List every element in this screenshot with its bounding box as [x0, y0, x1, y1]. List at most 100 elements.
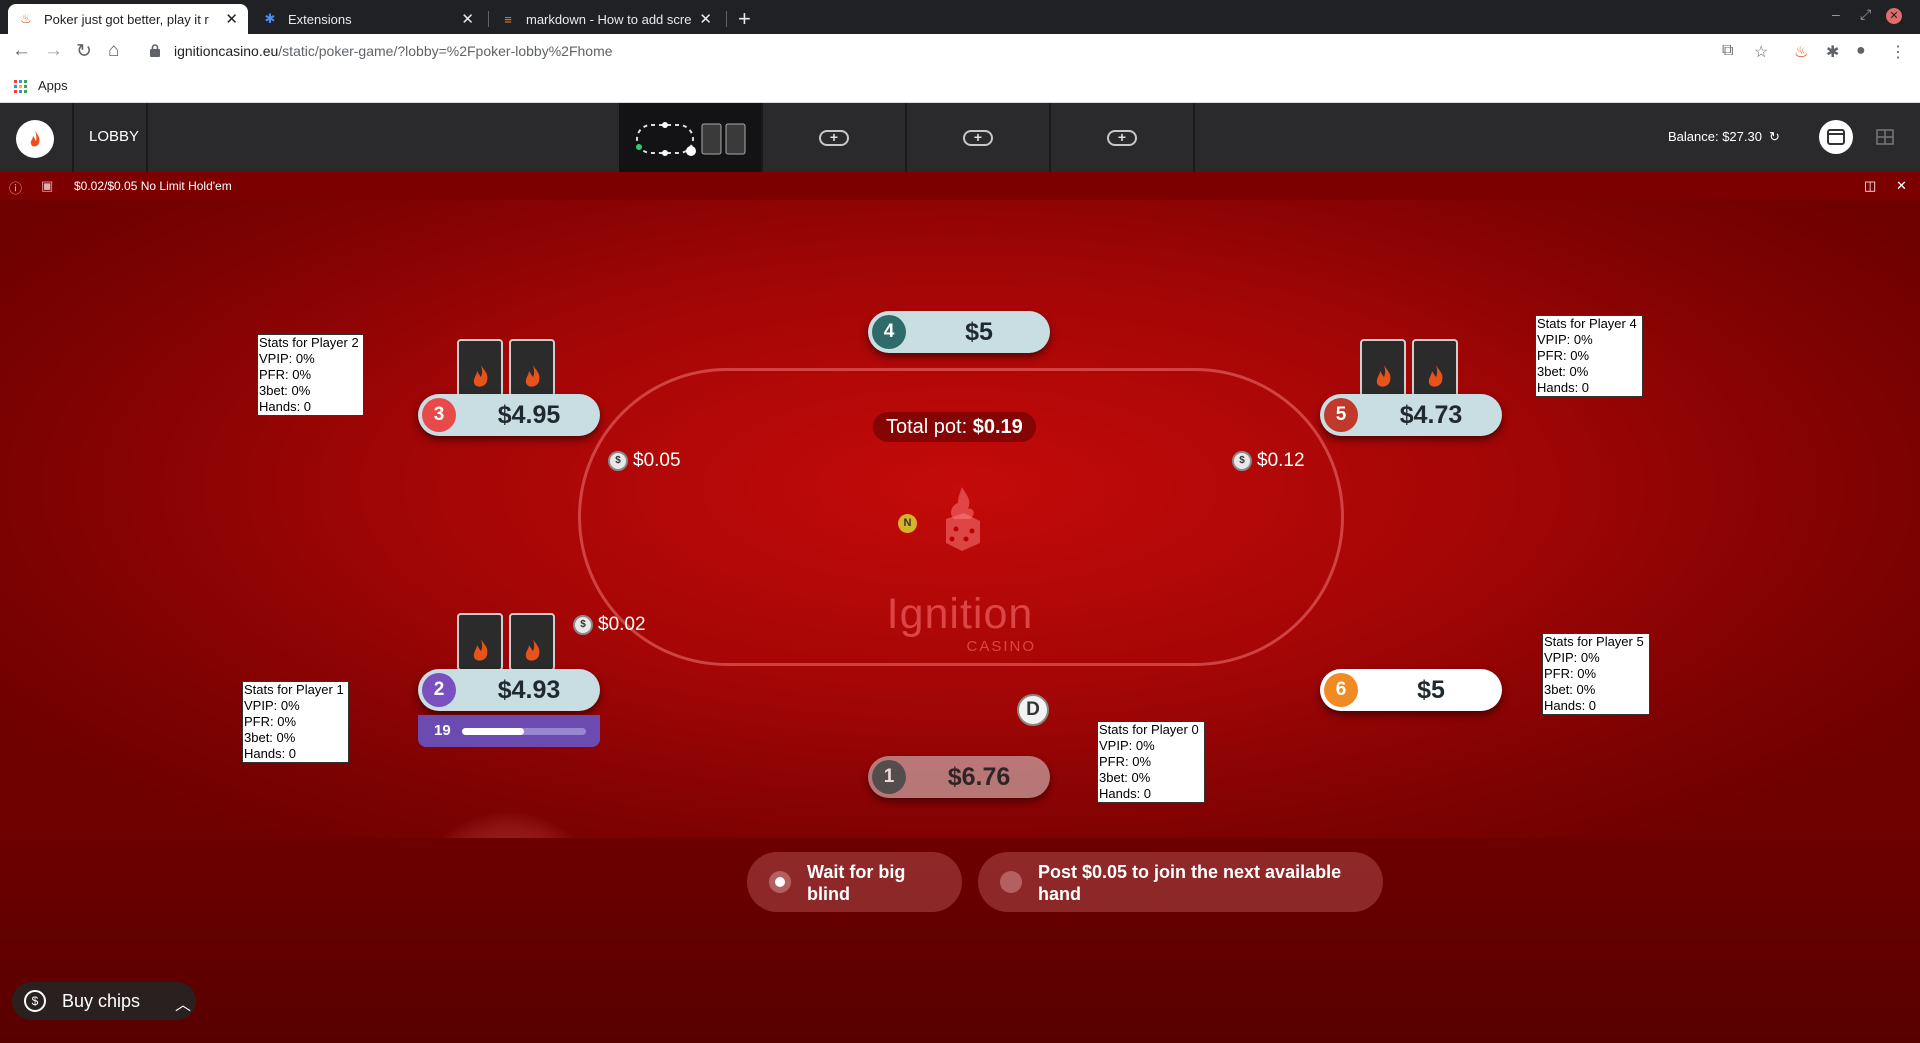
hole-card-back — [509, 339, 555, 397]
option-label-line1: Wait for big — [807, 862, 906, 882]
restore-icon[interactable]: ⤢ — [1860, 6, 1871, 23]
tab-title: Poker just got better, play it r — [44, 11, 209, 27]
lock-icon[interactable] — [150, 44, 160, 57]
divider — [146, 103, 148, 172]
bet-amount: $0.12 — [1257, 450, 1305, 471]
stats-line: Hands: 0 — [244, 746, 297, 761]
stats-line: PFR: 0% — [1099, 754, 1152, 769]
stats-line: Hands: 0 — [259, 399, 312, 414]
seat-4[interactable]: 4 $5 — [868, 311, 1050, 353]
stats-line: Hands: 0 — [1099, 786, 1152, 801]
single-table-view-button[interactable] — [1819, 120, 1853, 154]
ignition-favicon-icon: ♨ — [20, 11, 32, 26]
cashier-icon[interactable]: ▣ — [41, 178, 53, 194]
forward-icon[interactable]: → — [44, 40, 63, 62]
bet-seat-5: $ $0.12 — [1232, 450, 1305, 472]
post-blind-option[interactable]: Post $0.05 to join the next available ha… — [978, 852, 1383, 912]
bet-seat-3: $ $0.05 — [608, 450, 681, 472]
url-field[interactable]: ignitioncasino.eu/static/poker-game/?lob… — [174, 43, 613, 59]
address-bar: ← → ↻ ⌂ ignitioncasino.eu/static/poker-g… — [0, 34, 1920, 70]
game-title: $0.02/$0.05 No Limit Hold'em — [74, 179, 232, 193]
minimize-icon[interactable]: – — [1832, 6, 1840, 22]
timer-track — [462, 728, 586, 735]
buy-chips-label: Buy chips — [62, 991, 141, 1011]
stats-line: 3bet: 0% — [259, 383, 311, 398]
apps-bookmark[interactable]: Apps — [38, 78, 68, 93]
add-table-tab-3[interactable]: + — [1051, 103, 1193, 172]
browser-tab-poker[interactable]: ♨ Poker just got better, play it r ✕ — [8, 4, 248, 34]
stats-line: VPIP: 0% — [1544, 650, 1600, 665]
seat-stack: $5 — [965, 318, 993, 346]
seat-number: 6 — [1324, 673, 1358, 707]
radio-selected[interactable] — [769, 871, 791, 893]
stats-line: 3bet: 0% — [1537, 364, 1589, 379]
seat-stack: $4.95 — [497, 401, 561, 429]
stats-line: VPIP: 0% — [1537, 332, 1593, 347]
stats-box-player-2: Stats for Player 2 VPIP: 0% PFR: 0% 3bet… — [257, 334, 364, 416]
stats-line: Stats for Player 2 — [259, 335, 359, 350]
divider — [72, 103, 74, 172]
stats-box-player-1: Stats for Player 1 VPIP: 0% PFR: 0% 3bet… — [242, 681, 349, 763]
grid-icon — [1876, 129, 1894, 145]
profile-avatar-icon[interactable]: ● — [1856, 42, 1866, 60]
stats-line: Stats for Player 5 — [1544, 634, 1644, 649]
seat-stack: $4.73 — [1399, 401, 1463, 429]
close-table-icon[interactable]: ✕ — [1896, 178, 1907, 194]
info-icon[interactable]: ⓘ — [9, 178, 22, 197]
lobby-button[interactable]: LOBBY — [89, 128, 139, 145]
option-label: Wait for big blind — [807, 861, 905, 905]
tab-close-icon[interactable]: ✕ — [461, 10, 474, 28]
tab-close-icon[interactable]: ✕ — [225, 10, 238, 28]
poker-table: Ignition CASINO Total pot: $0.19 4 $5 N … — [0, 200, 1920, 1008]
chip-icon: $ — [608, 451, 628, 471]
ignition-logo-icon[interactable] — [16, 120, 54, 158]
seat-6[interactable]: 6 $5 — [1320, 669, 1502, 711]
chrome-menu-icon[interactable]: ⋮ — [1890, 42, 1906, 62]
add-table-tab-1[interactable]: + — [763, 103, 905, 172]
stats-line: Stats for Player 4 — [1537, 316, 1637, 331]
buy-chips-button[interactable]: $ Buy chips ︿ — [12, 982, 196, 1020]
radio-unselected[interactable] — [1000, 871, 1022, 893]
new-player-badge: N — [898, 514, 917, 533]
divider — [1193, 103, 1195, 172]
balance-label: Balance: $27.30 — [1668, 129, 1762, 144]
home-icon[interactable]: ⌂ — [108, 40, 119, 62]
browser-tab-markdown[interactable]: ≡ markdown - How to add scre ✕ — [490, 4, 722, 34]
tab-close-icon[interactable]: ✕ — [699, 10, 712, 28]
flame-icon — [1376, 365, 1391, 387]
table-tab-current[interactable] — [619, 103, 761, 172]
seat-1[interactable]: 1 $6.76 — [868, 756, 1050, 798]
bookmark-star-icon[interactable]: ☆ — [1754, 42, 1768, 62]
open-in-app-icon[interactable]: ⧉ — [1722, 42, 1733, 60]
new-tab-icon[interactable]: + — [738, 6, 751, 32]
seat-stack: $6.76 — [947, 763, 1011, 791]
wait-for-big-blind-option[interactable]: Wait for big blind — [747, 852, 962, 912]
layout-toggle-icon[interactable]: ◫ — [1864, 178, 1876, 194]
refresh-balance-icon[interactable]: ↻ — [1769, 129, 1783, 144]
window-close-icon[interactable]: ✕ — [1886, 8, 1902, 24]
ignition-extension-icon[interactable]: ♨ — [1794, 42, 1808, 62]
chevron-up-icon[interactable]: ︿ — [175, 991, 191, 1015]
back-icon[interactable]: ← — [12, 40, 31, 62]
extensions-puzzle-icon[interactable]: ✱ — [1826, 42, 1839, 62]
action-timer: 19 — [418, 715, 600, 747]
tab-title: markdown - How to add scre — [526, 11, 692, 27]
browser-tab-extensions[interactable]: ✱ Extensions ✕ — [252, 4, 484, 34]
apps-grid-icon[interactable] — [14, 80, 27, 93]
stats-line: 3bet: 0% — [244, 730, 296, 745]
option-label-line2: hand — [1038, 884, 1081, 904]
seat-5[interactable]: 5 $4.73 — [1320, 394, 1502, 436]
casino-top-bar: LOBBY + + + Balance: $27.30 ↻ — [0, 103, 1920, 172]
seat-2[interactable]: 2 $4.93 — [418, 669, 600, 711]
stats-line: Stats for Player 0 — [1099, 722, 1199, 737]
hole-card-back — [457, 613, 503, 671]
stats-box-player-4: Stats for Player 4 VPIP: 0% PFR: 0% 3bet… — [1535, 315, 1643, 397]
option-label: Post $0.05 to join the next available ha… — [1038, 861, 1341, 905]
add-table-tab-2[interactable]: + — [907, 103, 1049, 172]
reload-icon[interactable]: ↻ — [76, 40, 92, 63]
seat-3[interactable]: 3 $4.95 — [418, 394, 600, 436]
option-label-line1: Post $0.05 to join the next available — [1038, 862, 1342, 882]
mini-cards-icon — [701, 123, 746, 155]
tile-view-button[interactable] — [1868, 120, 1902, 154]
seat-number: 2 — [422, 673, 456, 707]
